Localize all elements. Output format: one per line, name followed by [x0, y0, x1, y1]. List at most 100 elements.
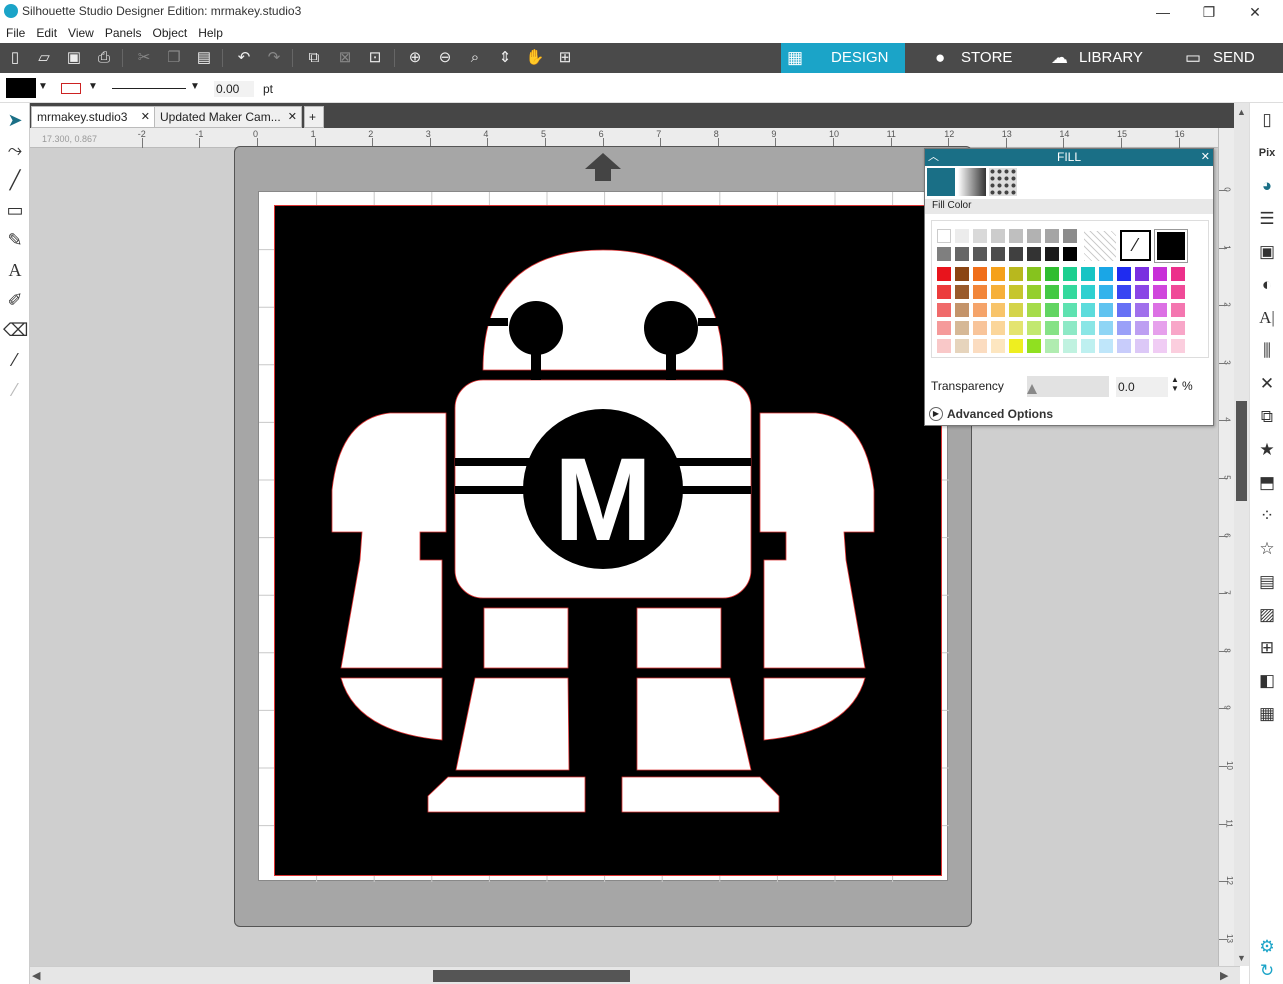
color-swatch[interactable] [1063, 339, 1077, 353]
rectangle-tool-icon[interactable]: ▭ [3, 198, 27, 222]
close-tab-icon[interactable]: ✕ [141, 107, 150, 127]
gray-swatch[interactable] [1045, 229, 1059, 243]
mode-library-tab[interactable]: ☁ LIBRARY [1029, 43, 1153, 73]
color-swatch[interactable] [973, 303, 987, 317]
pencil-tool-icon[interactable]: ✎ [3, 228, 27, 252]
gray-swatch[interactable] [973, 229, 987, 243]
eraser-tool-icon[interactable]: ⌫ [3, 318, 28, 342]
color-swatch[interactable] [955, 339, 969, 353]
close-window-button[interactable]: ✕ [1240, 2, 1270, 22]
horizontal-scrollbar[interactable]: ◀ ▶ [30, 966, 1240, 984]
offset-icon[interactable]: ⬒ [1255, 471, 1279, 495]
fill-pattern-icon[interactable]: ▣ [1255, 240, 1279, 264]
mode-send-tab[interactable]: ▭ SEND [1153, 43, 1283, 73]
menu-file[interactable]: File [0, 24, 30, 40]
gray-swatch[interactable] [991, 229, 1005, 243]
color-swatch[interactable] [1009, 321, 1023, 335]
page-setup-icon[interactable]: ▯ [1255, 108, 1279, 132]
fill-dropdown-icon[interactable]: ▼ [38, 81, 48, 92]
undo-icon[interactable]: ↶ [233, 47, 255, 69]
color-swatch[interactable] [1099, 321, 1113, 335]
sync-icon[interactable]: ↻ [1255, 959, 1279, 983]
color-swatch[interactable] [1135, 339, 1149, 353]
no-fill-swatch[interactable] [1084, 231, 1116, 261]
transform-icon[interactable]: ✕ [1255, 372, 1279, 396]
color-swatch[interactable] [1027, 339, 1041, 353]
advanced-options-label[interactable]: Advanced Options [947, 407, 1053, 421]
menu-help[interactable]: Help [192, 24, 228, 40]
color-swatch[interactable] [1045, 339, 1059, 353]
cut-icon[interactable]: ✂ [133, 47, 155, 69]
menu-panels[interactable]: Panels [99, 24, 147, 40]
fit-page-icon[interactable]: ⊞ [554, 47, 576, 69]
grid-settings-icon[interactable]: ⊞ [1255, 636, 1279, 660]
color-swatch[interactable] [1063, 267, 1077, 281]
fill-color-swatch[interactable] [6, 78, 36, 98]
select-arrow-icon[interactable]: ➤ [3, 108, 27, 132]
scroll-down-icon[interactable]: ▼ [1237, 953, 1246, 963]
scroll-right-icon[interactable]: ▶ [1220, 969, 1228, 982]
edit-points-icon[interactable]: ⤳ [3, 138, 27, 162]
color-swatch[interactable] [937, 321, 951, 335]
color-swatch[interactable] [1045, 303, 1059, 317]
line-tool-icon[interactable]: ╱ [3, 168, 27, 192]
color-swatch[interactable] [1099, 303, 1113, 317]
vertical-scrollbar[interactable]: ▲ ▼ [1234, 103, 1249, 966]
tab-mrmakey[interactable]: mrmakey.studio3 ✕ [31, 106, 155, 128]
weld-icon[interactable]: ◧ [1255, 669, 1279, 693]
color-swatch[interactable] [1153, 321, 1167, 335]
scroll-left-icon[interactable]: ◀ [32, 969, 40, 982]
color-swatch[interactable] [1009, 339, 1023, 353]
color-swatch[interactable] [991, 339, 1005, 353]
close-tab-icon[interactable]: ✕ [288, 107, 297, 127]
mode-store-tab[interactable]: ● STORE [905, 43, 1029, 73]
fill-panel-close-icon[interactable]: ✕ [1201, 149, 1210, 166]
color-swatch[interactable] [991, 267, 1005, 281]
collapse-icon[interactable]: ︿ [928, 149, 939, 166]
color-swatch[interactable] [937, 285, 951, 299]
trace-icon[interactable]: ⁘ [1255, 504, 1279, 528]
color-swatch[interactable] [1153, 285, 1167, 299]
color-swatch[interactable] [955, 285, 969, 299]
map-icon[interactable]: ▦ [1255, 702, 1279, 726]
color-swatch[interactable] [937, 303, 951, 317]
color-swatch[interactable] [1135, 267, 1149, 281]
tab-updated-maker[interactable]: Updated Maker Cam... ✕ [154, 106, 302, 128]
text-style-icon[interactable]: A| [1255, 306, 1279, 330]
maximize-button[interactable]: ❐ [1194, 2, 1224, 22]
line-style-preview[interactable] [112, 88, 186, 89]
modify-icon[interactable]: ★ [1255, 438, 1279, 462]
gray-swatch[interactable] [1009, 247, 1023, 261]
gray-swatch[interactable] [1009, 229, 1023, 243]
color-swatch[interactable] [1171, 321, 1185, 335]
line-style-icon[interactable]: ☰ [1255, 207, 1279, 231]
color-swatch[interactable] [1117, 303, 1131, 317]
color-swatch[interactable] [1099, 339, 1113, 353]
color-swatch[interactable] [1081, 303, 1095, 317]
color-swatch[interactable] [1117, 321, 1131, 335]
color-swatch[interactable] [1117, 339, 1131, 353]
color-swatch[interactable] [1027, 321, 1041, 335]
gradient-fill-tab[interactable] [958, 168, 986, 196]
color-swatch[interactable] [1081, 285, 1095, 299]
line-width-input[interactable]: 0.00 [214, 81, 254, 97]
color-swatch[interactable] [1045, 321, 1059, 335]
redo-icon[interactable]: ↷ [263, 47, 285, 69]
sketch-panel-icon[interactable]: ▨ [1255, 603, 1279, 627]
color-swatch[interactable] [1009, 303, 1023, 317]
gray-swatch[interactable] [955, 229, 969, 243]
gray-swatch[interactable] [937, 247, 951, 261]
gray-swatch[interactable] [1063, 229, 1077, 243]
ungroup-icon[interactable]: ⊠ [334, 47, 356, 69]
color-swatch[interactable] [1081, 267, 1095, 281]
gray-swatch[interactable] [991, 247, 1005, 261]
color-swatch[interactable] [1027, 267, 1041, 281]
color-swatch[interactable] [1099, 285, 1113, 299]
transparency-slider-handle[interactable] [1027, 384, 1037, 394]
color-swatch[interactable] [973, 267, 987, 281]
color-swatch[interactable] [1027, 285, 1041, 299]
new-file-icon[interactable]: ▯ [4, 47, 26, 69]
shadow-icon[interactable]: ◐ [1255, 273, 1279, 297]
color-swatch[interactable] [937, 267, 951, 281]
zoom-select-icon[interactable]: ⌕ [464, 47, 486, 69]
